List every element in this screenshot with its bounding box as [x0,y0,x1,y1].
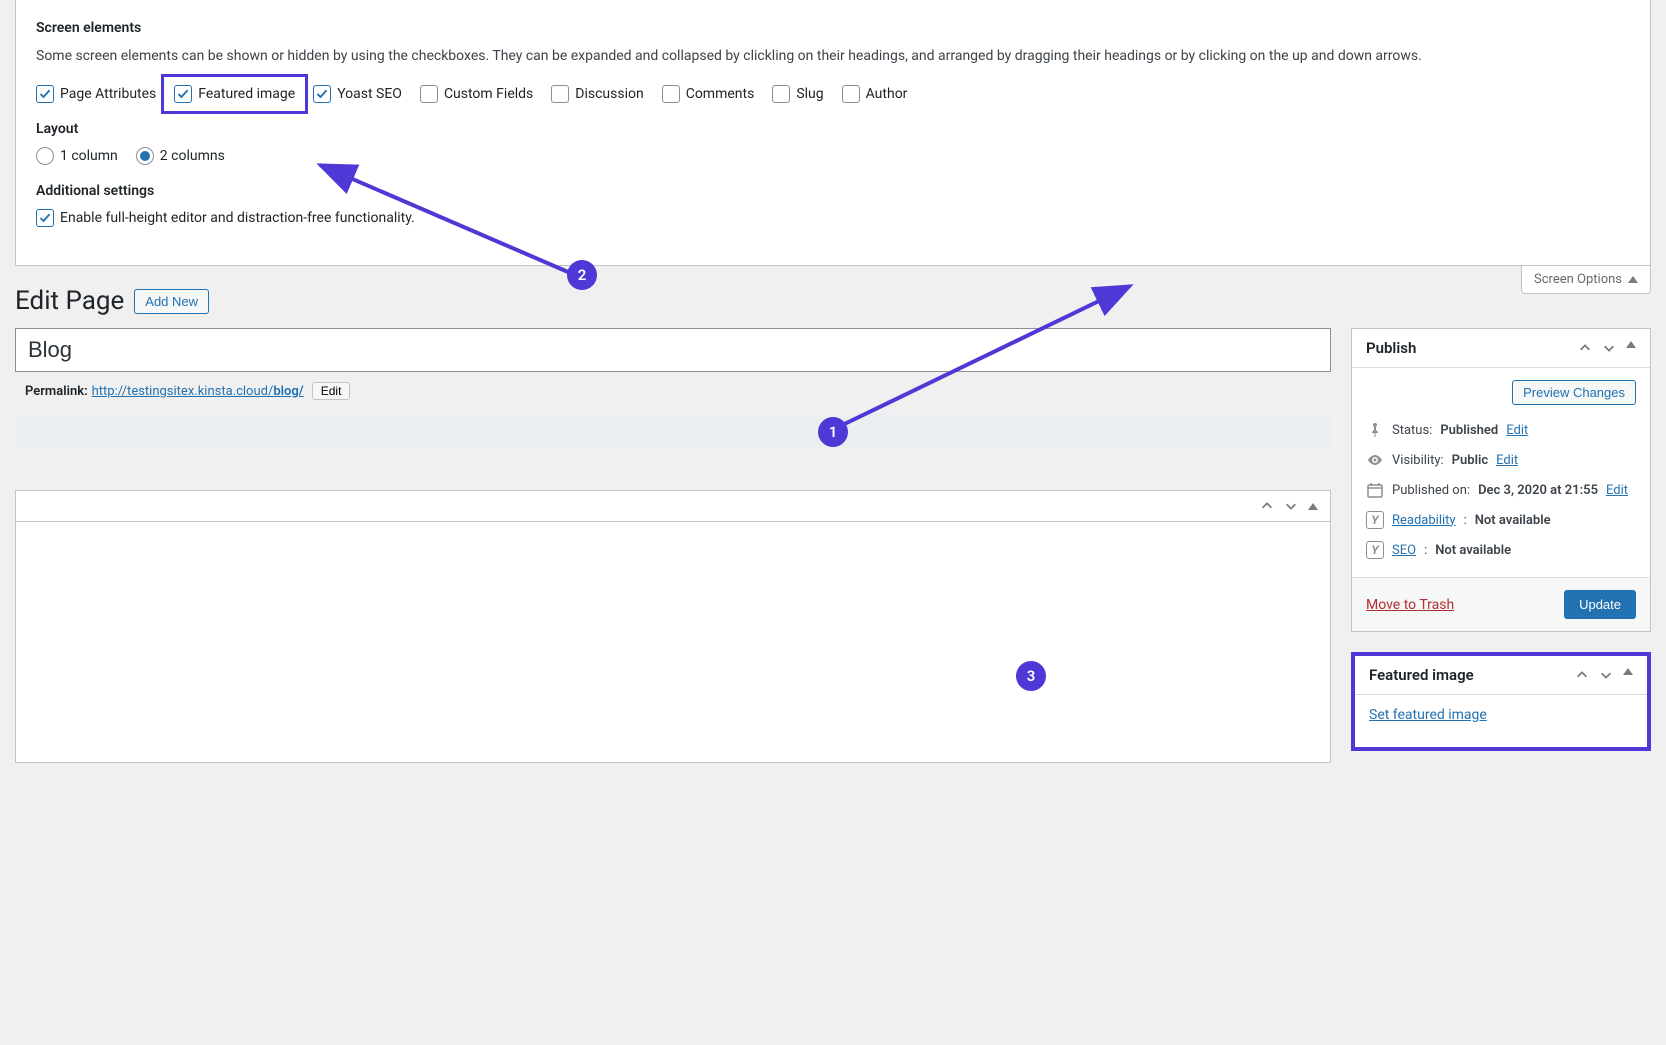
annotation-badge-1: 1 [818,417,848,447]
annotation-arrow-2 [0,0,1666,300]
annotation-arrow-1 [0,266,1666,786]
annotation-badge-3: 3 [1016,661,1046,691]
annotation-badge-2: 2 [567,260,597,290]
